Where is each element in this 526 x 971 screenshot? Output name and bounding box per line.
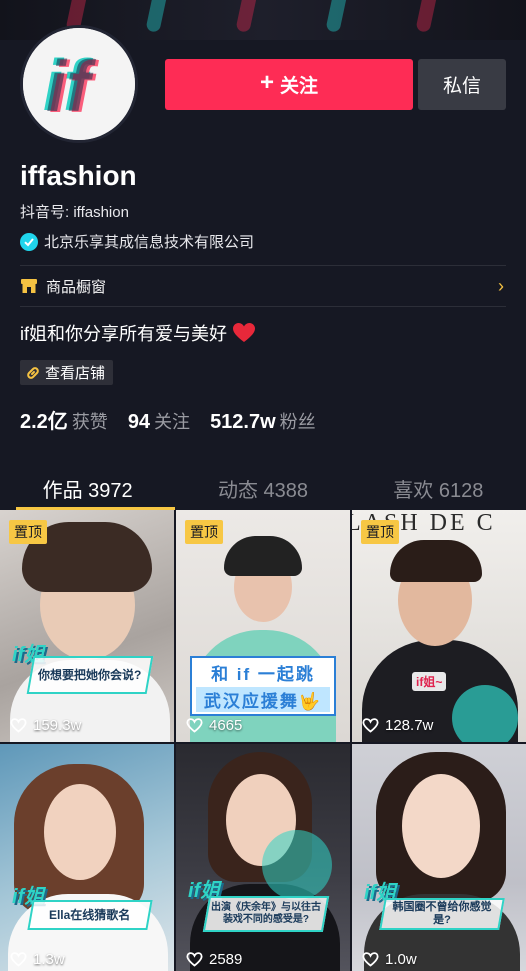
likes-label: 获赞: [71, 412, 108, 432]
stats-row: 2.2亿 获赞 94 关注 512.7w 粉丝: [20, 405, 336, 434]
like-count: 4665: [186, 717, 242, 734]
message-button[interactable]: 私信: [418, 59, 506, 110]
bio-text: if姐和你分享所有爱与美好: [20, 324, 227, 344]
following-count[interactable]: 94: [128, 411, 150, 434]
heart-outline-icon: [186, 952, 203, 967]
like-count: 2589: [186, 951, 242, 968]
douyin-id: 抖音号: iffashion: [20, 204, 129, 221]
shop-window-row[interactable]: 商品橱窗 ›: [20, 266, 506, 306]
chevron-right-icon: ›: [498, 275, 504, 296]
heart-outline-icon: [10, 718, 27, 733]
heart-emoji-icon: [233, 323, 255, 342]
tab-activity[interactable]: 动态 4388: [175, 466, 350, 510]
pinned-badge: 置顶: [9, 520, 47, 544]
heart-outline-icon: [362, 718, 379, 733]
video-grid: if姐 你想要把她你会说? 置顶 159.3w 和 if 一起跳 武汉应援舞🤟 …: [0, 510, 526, 971]
view-store-button[interactable]: 查看店铺: [20, 360, 114, 385]
video-thumbnail[interactable]: if姐 Ella在线猜歌名 1.3w: [0, 744, 174, 971]
profile-page: if if if + 关注 私信 iffashion 抖音号: iffashio…: [0, 0, 526, 971]
verification-text: 北京乐享其成信息技术有限公司: [44, 234, 255, 251]
shop-icon: [21, 279, 37, 293]
following-label[interactable]: 关注: [154, 408, 190, 434]
plus-icon: +: [259, 69, 274, 96]
video-caption: 你想要把她你会说?: [26, 656, 154, 694]
content-tabs: 作品 3972 动态 4388 喜欢 6128: [0, 466, 526, 510]
heart-outline-icon: [10, 952, 27, 967]
svg-text:if: if: [46, 47, 96, 127]
followers-count[interactable]: 512.7w: [210, 411, 276, 434]
video-caption: 和 if 一起跳 武汉应援舞🤟: [190, 656, 336, 716]
follow-button[interactable]: + 关注: [165, 59, 413, 110]
bio: if姐和你分享所有爱与美好: [20, 320, 255, 346]
store-tag-label: 查看店铺: [45, 365, 106, 382]
like-count: 1.3w: [10, 951, 65, 968]
pinned-badge: 置顶: [185, 520, 223, 544]
pinned-badge: 置顶: [361, 520, 399, 544]
shop-label: 商品橱窗: [46, 278, 107, 296]
video-thumbnail[interactable]: if姐 韩国圈不曾给你感觉是? 1.0w: [352, 744, 526, 971]
like-count: 1.0w: [362, 951, 417, 968]
link-icon: [27, 366, 39, 379]
verification-row: 北京乐享其成信息技术有限公司: [20, 231, 254, 252]
heart-outline-icon: [362, 952, 379, 967]
video-thumbnail[interactable]: if姐 你想要把她你会说? 置顶 159.3w: [0, 510, 174, 742]
follow-label: 关注: [280, 76, 319, 97]
video-thumbnail[interactable]: 和 if 一起跳 武汉应援舞🤟 置顶 4665: [176, 510, 350, 742]
like-count: 159.3w: [10, 717, 81, 734]
tab-works[interactable]: 作品 3972: [0, 466, 176, 510]
video-thumbnail[interactable]: if姐 出演《庆余年》与以往古装戏不同的感受是? 2589: [176, 744, 350, 971]
verified-icon: [20, 232, 38, 251]
video-caption: if姐~: [412, 672, 447, 691]
likes-count: 2.2亿: [20, 411, 68, 433]
video-thumbnail[interactable]: LASH DE C if姐~ 置顶 128.7w: [352, 510, 526, 742]
video-caption: 韩国圈不曾给你感觉是?: [379, 898, 505, 930]
followers-label[interactable]: 粉丝: [280, 408, 316, 434]
divider: [20, 306, 506, 307]
video-caption: 出演《庆余年》与以往古装戏不同的感受是?: [202, 896, 330, 932]
avatar[interactable]: if if if: [20, 25, 138, 143]
like-count: 128.7w: [362, 717, 433, 734]
username: iffashion: [20, 160, 137, 191]
tab-likes[interactable]: 喜欢 6128: [351, 466, 526, 510]
video-caption: Ella在线猜歌名: [27, 900, 153, 930]
heart-outline-icon: [186, 718, 203, 733]
